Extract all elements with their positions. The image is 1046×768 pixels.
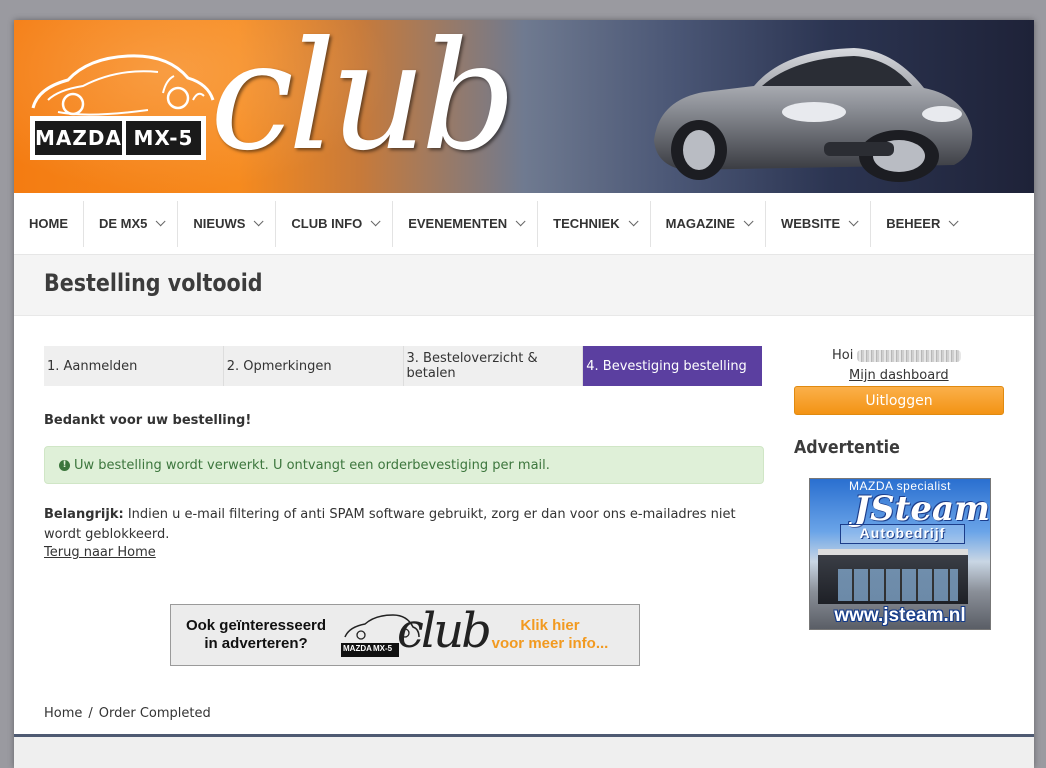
user-greeting: Hoi [832,348,962,363]
page-title: Bestelling voltooid [44,269,263,297]
chevron-down-icon [949,216,959,227]
header-banner[interactable]: MAZDA MX-5 club [14,20,1034,193]
nav-item-magazine[interactable]: MAGAZINE [651,200,766,247]
title-band: Bestelling voltooid [14,255,1034,316]
dashboard-link[interactable]: Mijn dashboard [849,368,949,383]
checkout-steps: 1. Aanmelden 2. Opmerkingen 3. Bestelove… [44,346,762,386]
club-logo-text: club [210,20,517,184]
car-sketch-logo-icon [31,54,215,116]
alert-text: Uw bestelling wordt verwerkt. U ontvangt… [74,457,550,473]
breadcrumb: Home / Order Completed [44,706,211,721]
thanks-message: Bedankt voor uw bestelling! [44,413,252,428]
nav-item-website[interactable]: WEBSITE [766,200,872,247]
chevron-down-icon [743,216,754,227]
step-bevestiging[interactable]: 4. Bevestiging bestelling [583,346,762,386]
blurred-username [857,349,962,362]
ad-club-logo: MAZDA MX-5 club [341,603,492,663]
step-opmerkingen[interactable]: 2. Opmerkingen [223,346,404,386]
nav-item-evenementen[interactable]: EVENEMENTEN [393,200,539,247]
nav-item-nieuws[interactable]: NIEUWS [178,200,277,247]
ad-left-line-2: in adverteren? [204,635,308,652]
ad-logo-word-1: MAZDA [343,644,372,653]
building-image [818,549,968,604]
ad-left-line-1: Ook geïnteresseerd [185,617,327,634]
main-nav: HOME DE MX5 NIEUWS CLUB INFO EVENEMENTEN… [14,193,1034,255]
ad-logo-club: club [397,603,492,659]
breadcrumb-separator: / [88,706,93,721]
step-besteloverzicht[interactable]: 3. Besteloverzicht & betalen [403,346,584,386]
advertise-banner[interactable]: Ook geïnteresseerd in adverteren? MAZDA … [170,603,640,666]
nav-item-home[interactable]: HOME [14,200,84,247]
chevron-down-icon [254,216,264,227]
logout-button[interactable]: Uitloggen [794,386,1004,415]
step-aanmelden[interactable]: 1. Aanmelden [44,346,224,386]
chevron-down-icon [370,216,381,227]
success-alert: ! Uw bestelling wordt verwerkt. U ontvan… [44,446,764,484]
chevron-down-icon [515,216,526,227]
ad-logo-word-2: MX-5 [373,644,393,653]
breadcrumb-current: Order Completed [98,706,211,721]
important-note: Belangrijk: Indien u e-mail filtering of… [44,505,764,545]
footer-bar [14,734,1034,768]
important-text: Indien u e-mail filtering of anti SPAM s… [44,507,736,542]
mx5-car-image [654,48,973,182]
nav-item-beheer[interactable]: BEHEER [871,201,970,247]
mazda-mx5-logo: MAZDA MX-5 [30,116,206,160]
ad-url-text: www.jsteam.nl [834,605,966,626]
nav-item-club-info[interactable]: CLUB INFO [276,200,394,247]
nav-item-de-mx5[interactable]: DE MX5 [84,200,179,247]
chevron-down-icon [848,216,859,227]
greeting-text: Hoi [832,348,854,363]
ad-sub-text: Autobedrijf [840,524,965,544]
back-home-link[interactable]: Terug naar Home [44,545,156,560]
ad-brand-text: JSteam [854,489,990,529]
jsteam-advertisement[interactable]: MAZDA specialist JSteam Autobedrijf www.… [809,478,991,630]
breadcrumb-home[interactable]: Home [44,706,82,721]
chevron-down-icon [628,216,639,227]
important-label: Belangrijk: [44,507,124,522]
advertisement-title: Advertentie [794,437,900,458]
page: MAZDA MX-5 club HOME DE MX5 NIEUWS CLUB … [14,20,1034,768]
chevron-down-icon [156,216,166,227]
alert-circle-icon: ! [59,459,70,471]
nav-item-techniek[interactable]: TECHNIEK [538,200,651,247]
